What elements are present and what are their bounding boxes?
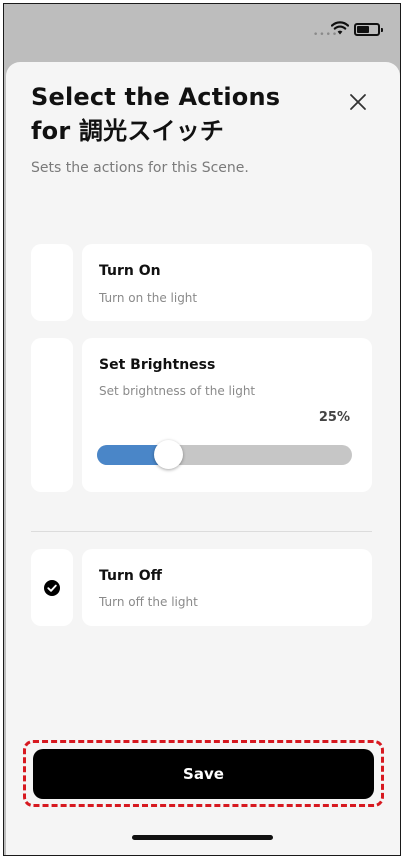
action-sheet: Select the Actions for 調光スイッチ Sets the a… (6, 62, 400, 855)
save-button[interactable]: Save (33, 749, 374, 799)
turn-on-checkbox[interactable] (31, 244, 73, 321)
divider (31, 531, 372, 532)
set-brightness-checkbox[interactable] (31, 338, 73, 492)
status-bar: •••• (4, 4, 400, 54)
action-title: Turn On (99, 263, 161, 279)
battery-icon (354, 23, 383, 36)
turn-off-checkbox[interactable] (31, 549, 73, 626)
home-indicator (132, 835, 273, 840)
action-description: Set brightness of the light (99, 384, 256, 398)
save-button-highlight: Save (23, 740, 384, 807)
page-title: Select the Actions for 調光スイッチ (31, 83, 281, 145)
checkmark-icon (44, 579, 60, 596)
action-card-set-brightness[interactable]: Set Brightness Set brightness of the lig… (82, 338, 372, 492)
action-card-turn-on[interactable]: Turn On Turn on the light (82, 244, 372, 321)
brightness-slider-thumb[interactable] (153, 440, 183, 469)
action-card-turn-off[interactable]: Turn Off Turn off the light (82, 549, 372, 626)
brightness-value: 25% (318, 410, 350, 425)
wifi-icon (331, 21, 349, 35)
action-title: Turn Off (99, 568, 162, 584)
action-description: Turn on the light (99, 291, 198, 305)
close-icon[interactable] (346, 90, 370, 114)
page-subtitle: Sets the actions for this Scene. (31, 160, 249, 176)
action-title: Set Brightness (99, 357, 216, 373)
action-description: Turn off the light (99, 595, 198, 609)
brightness-slider-track[interactable] (97, 445, 352, 465)
phone-frame: •••• Select the Actions for 調光スイッチ Sets … (3, 3, 401, 856)
